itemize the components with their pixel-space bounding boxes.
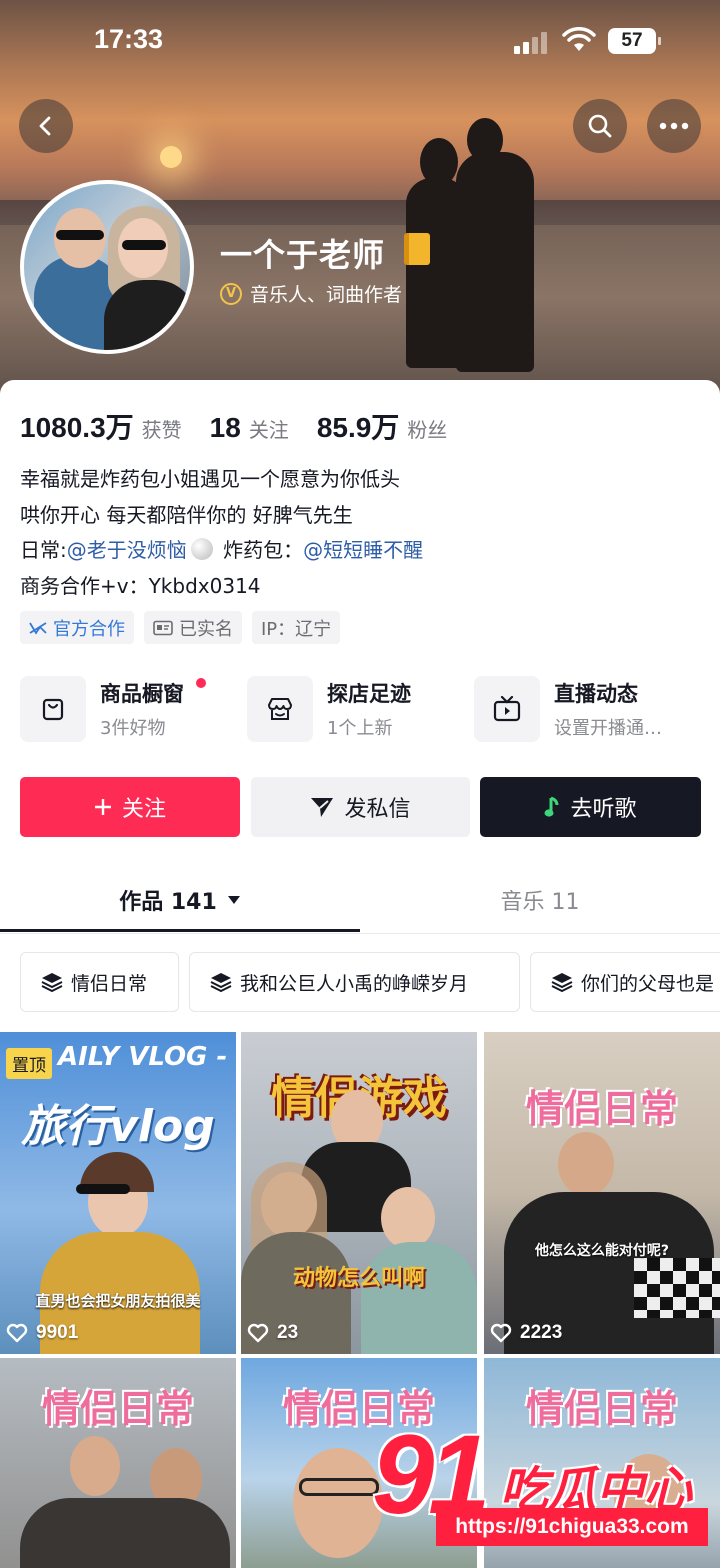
- notification-dot: [196, 678, 206, 688]
- back-button[interactable]: [19, 99, 73, 153]
- official-cooperation-tag[interactable]: 官方合作: [20, 611, 134, 644]
- active-tab-indicator: [0, 929, 360, 932]
- stack-icon: [551, 973, 573, 992]
- collection-chip[interactable]: 情侣日常: [20, 952, 179, 1012]
- video-caption: 他怎么这么能对付呢?: [534, 1243, 670, 1259]
- feature-title: 直播动态: [554, 682, 638, 706]
- video-title: 情侣日常: [525, 1387, 678, 1431]
- heart-icon: [247, 1323, 269, 1343]
- following-label: 关注: [248, 418, 289, 442]
- collection-chip[interactable]: 你们的父母也是: [530, 952, 720, 1012]
- video-likes: 9901: [6, 1322, 78, 1344]
- video-caption: 直男也会把女朋友拍很美: [35, 1292, 201, 1310]
- following-count[interactable]: 18: [210, 412, 241, 444]
- verification-row: V 音乐人、词曲作者: [220, 280, 402, 307]
- verified-badge-icon: V: [220, 282, 242, 305]
- tab-music[interactable]: 音乐 11: [360, 868, 720, 932]
- follow-button[interactable]: 关注: [20, 777, 240, 837]
- more-dots-icon: [659, 122, 689, 130]
- status-bar: 17:33 57: [0, 22, 720, 62]
- status-time: 17:33: [94, 24, 164, 54]
- profile-stats: 1080.3万 获赞 18 关注 85.9万 粉丝: [20, 406, 475, 446]
- bio-line: 幸福就是炸药包小姐遇见一个愿意为你低头: [20, 467, 400, 491]
- profile-name: 一个于老师: [220, 236, 386, 274]
- real-name-tag: 已实名: [144, 611, 242, 644]
- feature-title: 商品橱窗: [100, 682, 184, 706]
- collection-chips: 情侣日常 我和公巨人小禹的峥嵘岁月 你们的父母也是: [20, 952, 720, 1012]
- bio-line: 哄你开心 每天都陪伴你的 好脾气先生: [20, 502, 353, 527]
- watermark-url: https://91chigua33.com: [436, 1508, 708, 1546]
- search-button[interactable]: [573, 99, 627, 153]
- action-buttons: 关注 发私信 去听歌: [20, 777, 701, 837]
- likes-count[interactable]: 1080.3万: [20, 406, 134, 446]
- more-button[interactable]: [647, 99, 701, 153]
- video-tile[interactable]: 情侣游戏 动物怎么叫啊 23: [241, 1032, 477, 1354]
- bio-line: 日常:@老于没烦恼 炸药包：@短短睡不醒: [20, 538, 424, 562]
- banner-sun: [160, 146, 182, 168]
- video-header-text: AILY VLOG -: [58, 1042, 228, 1072]
- video-title: 旅行vlog: [21, 1101, 215, 1152]
- profile-card: 1080.3万 获赞 18 关注 85.9万 粉丝 幸福就是炸药包小姐遇见一个愿…: [0, 380, 720, 1568]
- video-likes: 2223: [490, 1322, 562, 1344]
- caret-down-icon: [227, 896, 240, 904]
- feature-subtitle: 1个上新: [327, 718, 393, 739]
- send-message-button[interactable]: 发私信: [251, 777, 470, 837]
- listen-songs-button[interactable]: 去听歌: [480, 777, 701, 837]
- plus-icon: [94, 799, 111, 815]
- followers-label: 粉丝: [407, 418, 448, 442]
- cellular-signal-icon: [514, 30, 550, 54]
- video-tile[interactable]: AILY VLOG - 置顶 旅行vlog 直男也会把女朋友拍很美 9901: [0, 1032, 236, 1354]
- heart-icon: [490, 1323, 512, 1343]
- ip-location-tag: IP：辽宁: [252, 611, 341, 644]
- feature-row: 商品橱窗 3件好物 探店足迹 1个上新 直播动态 设置开播通…: [20, 676, 710, 746]
- video-likes: 23: [247, 1322, 298, 1344]
- feature-subtitle: 设置开播通…: [554, 718, 662, 739]
- avatar[interactable]: [20, 180, 194, 354]
- banner-silhouette: [456, 152, 534, 372]
- mention-link[interactable]: @短短睡不醒: [303, 538, 423, 562]
- pinned-badge: 置顶: [6, 1048, 52, 1079]
- live-updates-entry[interactable]: 直播动态 设置开播通…: [474, 676, 710, 746]
- chevron-left-icon: [39, 116, 51, 136]
- stack-icon: [41, 973, 63, 992]
- id-card-icon: [153, 620, 173, 635]
- video-tile[interactable]: 情侣日常 他怎么这么能对付呢? 2223: [484, 1032, 720, 1354]
- tab-works[interactable]: 作品 141: [0, 868, 360, 932]
- store-visits-entry[interactable]: 探店足迹 1个上新: [247, 676, 472, 746]
- video-title: 情侣日常: [525, 1087, 678, 1131]
- feature-title: 探店足迹: [327, 682, 411, 706]
- likes-label: 获赞: [141, 418, 182, 442]
- handshake-icon: [29, 621, 47, 635]
- battery-indicator: 57: [608, 28, 661, 54]
- video-caption: 动物怎么叫啊: [292, 1266, 425, 1291]
- video-tile[interactable]: 情侣日常: [0, 1358, 236, 1568]
- wifi-icon: [562, 27, 596, 51]
- send-icon: [311, 798, 334, 817]
- tv-icon: [493, 695, 521, 722]
- heart-icon: [6, 1323, 28, 1343]
- store-icon: [268, 698, 292, 720]
- bio-line: 商务合作+v：Ykbdx0314: [20, 573, 261, 598]
- verification-text: 音乐人、词曲作者: [250, 284, 403, 306]
- video-title: 情侣日常: [41, 1387, 194, 1431]
- collection-chip[interactable]: 我和公巨人小禹的峥嵘岁月: [189, 952, 520, 1012]
- followers-count[interactable]: 85.9万: [317, 406, 400, 446]
- profile-bio: 幸福就是炸药包小姐遇见一个愿意为你低头 哄你开心 每天都陪伴你的 好脾气先生 日…: [20, 462, 423, 604]
- profile-tags: 官方合作 已实名 IP：辽宁: [20, 611, 341, 644]
- shop-window-entry[interactable]: 商品橱窗 3件好物: [20, 676, 245, 746]
- music-note-icon: [544, 796, 559, 817]
- mention-link[interactable]: @老于没烦恼: [67, 538, 187, 562]
- content-tabs: 作品 141 音乐 11: [0, 868, 720, 934]
- feature-subtitle: 3件好物: [100, 718, 166, 739]
- search-icon: [588, 114, 612, 138]
- shopping-bag-icon: [42, 698, 64, 721]
- stack-icon: [210, 973, 232, 992]
- book-icon: [404, 233, 430, 265]
- bomb-emoji-icon: [190, 538, 213, 560]
